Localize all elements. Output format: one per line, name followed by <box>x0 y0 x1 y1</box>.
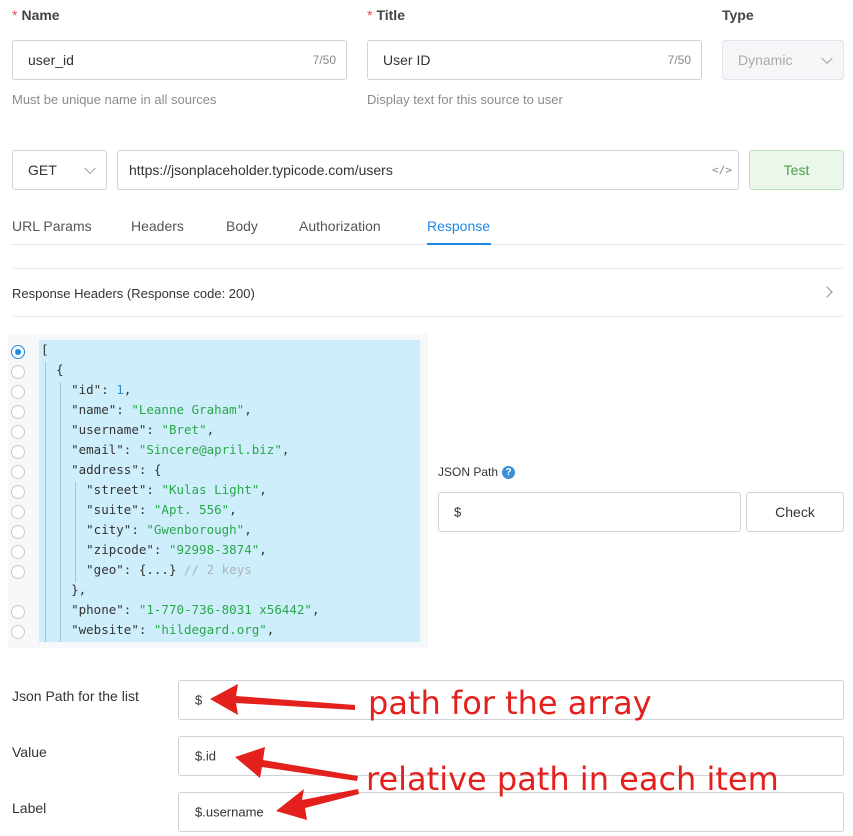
arrow-to-list-path <box>210 684 355 715</box>
arrow-to-label <box>276 789 359 820</box>
annotation-relative: relative path in each item <box>366 760 779 798</box>
annotation-array: path for the array <box>368 684 652 722</box>
arrow-to-value <box>235 747 358 781</box>
